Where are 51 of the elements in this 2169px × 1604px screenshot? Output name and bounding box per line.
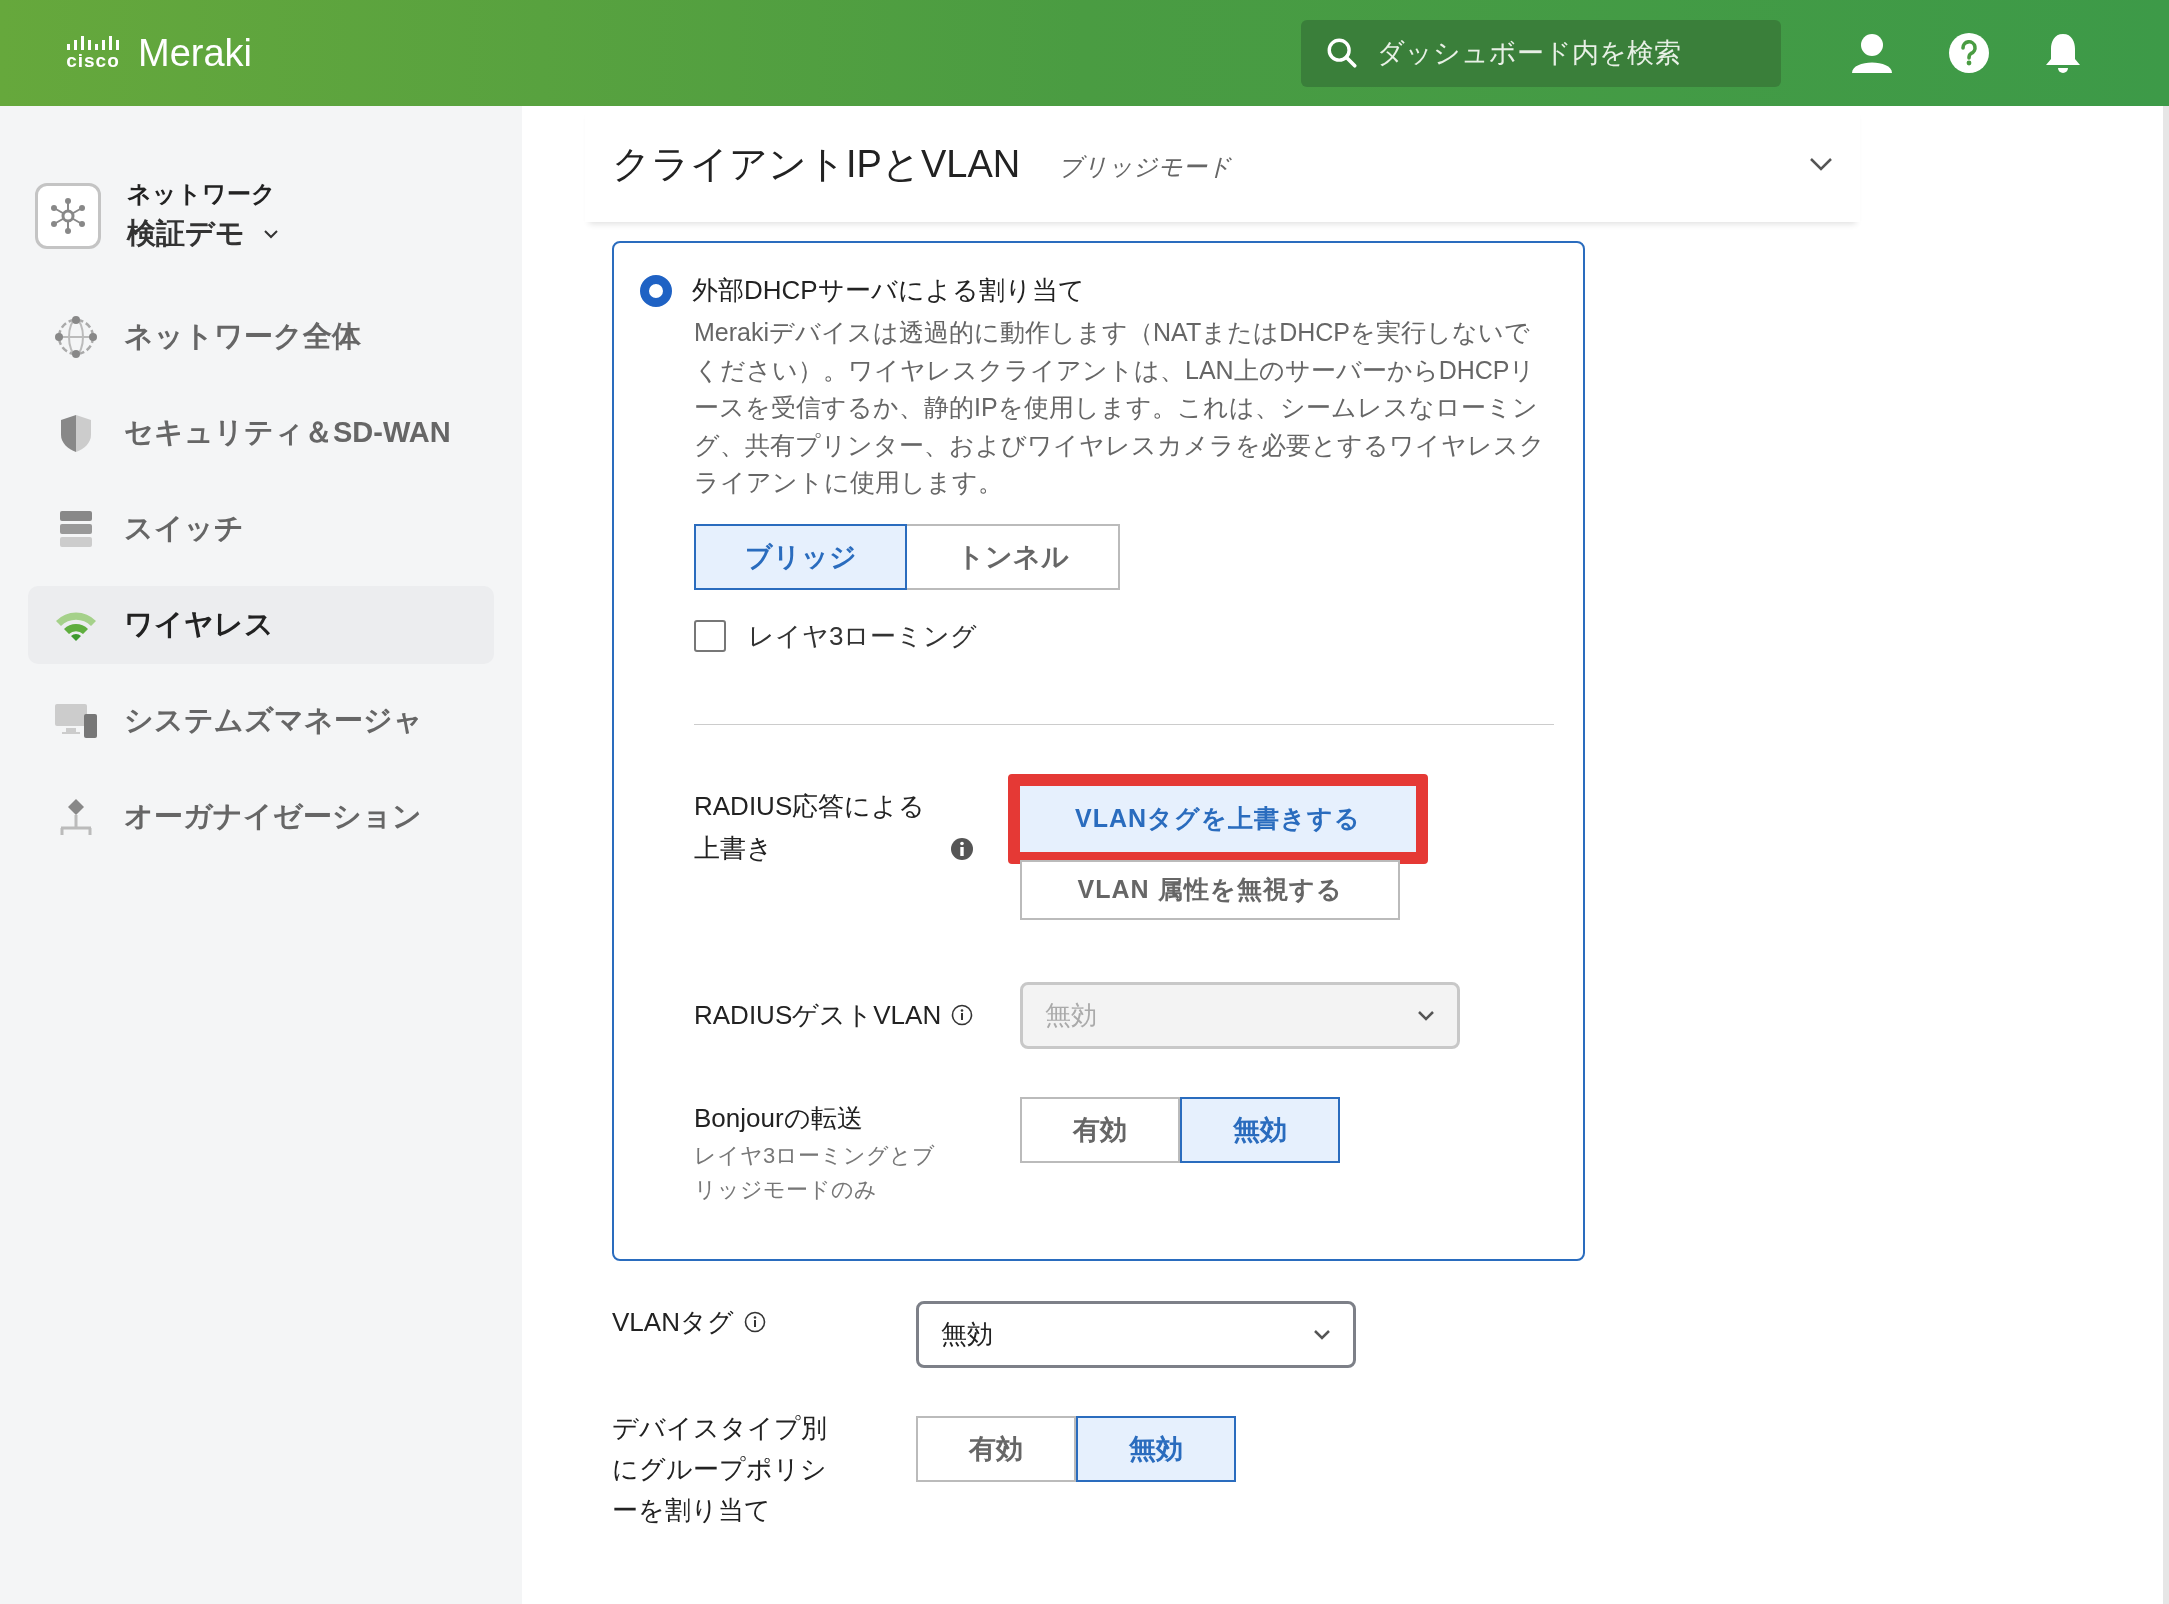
section-subtitle: ブリッジモード <box>1058 152 1233 182</box>
toggle-option[interactable]: 有効 <box>1020 1096 1180 1163</box>
mode-tab[interactable]: トンネル <box>907 523 1120 590</box>
checkbox[interactable] <box>694 620 726 652</box>
info-icon[interactable] <box>743 1310 766 1333</box>
search-input[interactable]: ダッシュボード内を検索 <box>1375 36 1757 70</box>
info-icon[interactable] <box>951 1003 974 1026</box>
field-label: RADIUS応答による上書き <box>694 789 927 865</box>
user-icon[interactable] <box>1850 33 1894 73</box>
network-tile[interactable] <box>35 183 101 249</box>
chevron-down-icon <box>1313 1328 1331 1340</box>
search-icon <box>1325 36 1359 70</box>
logo-mark: cisco <box>66 52 120 70</box>
help-icon[interactable] <box>1948 32 1990 74</box>
computer-and-phone-icon <box>54 702 98 740</box>
sidebar-item[interactable]: システムズマネージャ <box>28 682 494 760</box>
vlan-tag-dropdown[interactable]: 無効 <box>916 1300 1356 1368</box>
network-node-icon <box>48 196 88 236</box>
network-selector[interactable]: 検証デモ <box>127 214 279 254</box>
toggle-option[interactable]: 無効 <box>1180 1096 1340 1163</box>
chevron-down-icon[interactable] <box>1809 157 1833 171</box>
section-title: クライアントIPとVLAN <box>612 141 1021 187</box>
network-label: ネットワーク <box>127 179 277 209</box>
override-option-button[interactable]: VLAN 属性を無視する <box>1020 859 1400 920</box>
option-description: Merakiデバイスは透過的に動作します（NATまたはDHCPを実行しないでください）。ワイヤレスクライアントは、LAN上のサーバーからDHCPリースを受信するか、静的IPを使用します。これは、シームレスなローミング、共有プリンター、およびワイヤレスカメラを必要とするワイヤレスクライアントに使用します。 <box>694 317 1546 498</box>
field-label: RADIUSゲストVLAN <box>694 998 942 1032</box>
override-option-button[interactable]: VLANタグを上書きする <box>1008 773 1428 864</box>
radio-button[interactable] <box>640 274 672 307</box>
globe-icon <box>54 315 98 359</box>
field-label: VLANタグ <box>612 1305 734 1339</box>
field-label: デバイスタイプ別にグループポリシーを割り当て <box>612 1411 828 1527</box>
chevron-down-icon <box>263 229 279 239</box>
product-name: Meraki <box>138 31 253 75</box>
mode-tab[interactable]: ブリッジ <box>694 523 907 590</box>
sidebar-item[interactable]: ネットワーク全体 <box>28 298 494 376</box>
field-label: Bonjourの転送 <box>694 1101 863 1135</box>
sidebar-item[interactable]: オーガナイゼーション <box>28 778 494 856</box>
option-label: 外部DHCPサーバによる割り当て <box>692 274 1085 307</box>
search-field[interactable]: ダッシュボード内を検索 <box>1301 19 1781 87</box>
toggle-option[interactable]: 無効 <box>1076 1415 1236 1482</box>
info-icon[interactable] <box>950 836 974 861</box>
toggle-option[interactable]: 有効 <box>916 1415 1076 1482</box>
bell-icon[interactable] <box>2044 32 2082 74</box>
checkbox-label: レイヤ3ローミング <box>748 619 978 653</box>
chevron-down-icon <box>1417 1009 1435 1021</box>
sidebar-item[interactable]: スイッチ <box>28 490 494 568</box>
server-stack-icon <box>59 510 93 548</box>
sidebar-item[interactable]: セキュリティ＆SD-WAN <box>28 394 494 472</box>
shield-icon <box>58 413 94 453</box>
sidebar-item[interactable]: ワイヤレス <box>28 586 494 664</box>
field-note: レイヤ3ローミングとブリッジモードのみ <box>694 1141 937 1204</box>
